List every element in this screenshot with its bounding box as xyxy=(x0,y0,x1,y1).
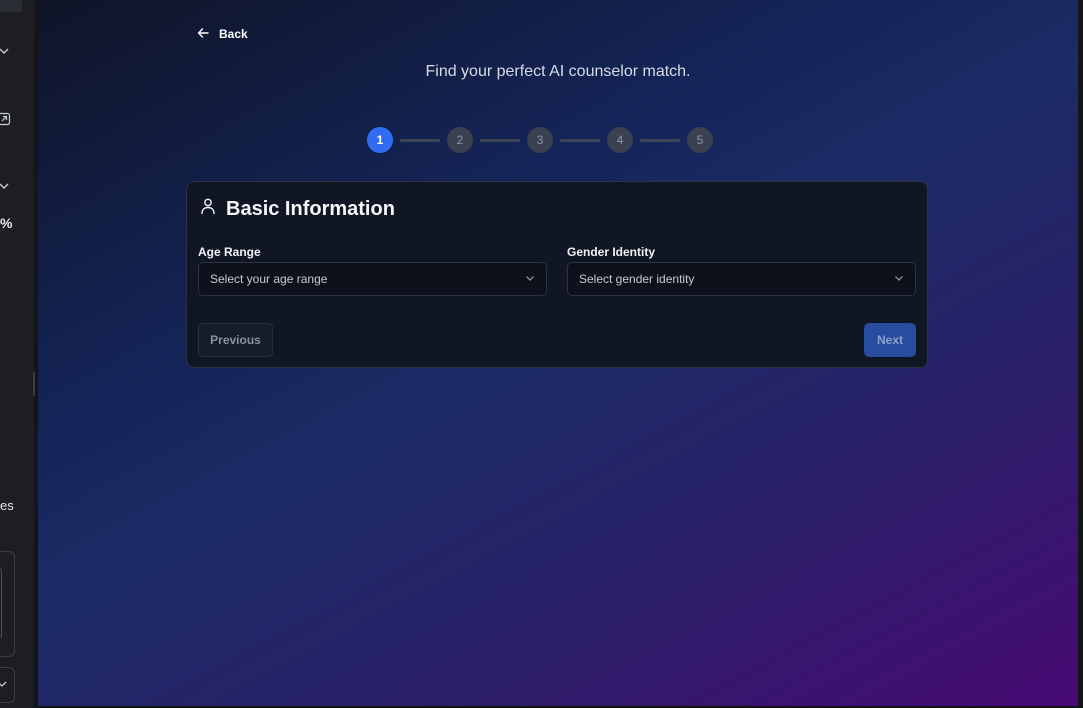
next-button[interactable]: Next xyxy=(864,323,916,357)
external-link-icon[interactable] xyxy=(0,112,11,126)
chevron-down-icon[interactable] xyxy=(0,45,10,57)
card-header: Basic Information xyxy=(200,197,395,221)
step-4: 4 xyxy=(607,127,633,153)
chevron-down-icon xyxy=(894,272,904,286)
page-subtitle: Find your perfect AI counselor match. xyxy=(425,63,691,80)
user-icon xyxy=(200,197,216,221)
step-connector xyxy=(560,138,600,142)
chevron-down-icon xyxy=(525,272,535,286)
sidebar-top-button[interactable] xyxy=(0,0,22,12)
previous-button[interactable]: Previous xyxy=(198,323,273,357)
left-sidebar-strip: % es xyxy=(0,0,34,708)
progress-stepper: 1 2 3 4 5 xyxy=(367,127,713,153)
back-button[interactable]: Back xyxy=(197,24,248,44)
step-5: 5 xyxy=(687,127,713,153)
card-title: Basic Information xyxy=(226,197,395,220)
step-connector xyxy=(400,138,440,142)
age-range-placeholder: Select your age range xyxy=(210,272,328,286)
chevron-down-icon[interactable] xyxy=(0,180,10,192)
basic-info-card: Basic Information Age Range Select your … xyxy=(186,181,928,368)
age-range-label: Age Range xyxy=(198,245,261,259)
step-1: 1 xyxy=(367,127,393,153)
step-connector xyxy=(640,138,680,142)
percent-text: % xyxy=(0,215,13,231)
sidebar-preview-inner xyxy=(0,568,2,638)
window-right-edge xyxy=(1078,0,1083,708)
step-2: 2 xyxy=(447,127,473,153)
age-range-select[interactable]: Select your age range xyxy=(198,262,547,296)
chevron-down-icon[interactable] xyxy=(0,679,7,689)
step-connector xyxy=(480,138,520,142)
sidebar-preview-box xyxy=(0,551,15,657)
resize-handle[interactable] xyxy=(33,372,35,396)
gender-identity-select[interactable]: Select gender identity xyxy=(567,262,916,296)
arrow-left-icon xyxy=(197,27,209,42)
back-label: Back xyxy=(219,27,248,41)
panel-label-fragment: es xyxy=(0,498,14,513)
gender-identity-placeholder: Select gender identity xyxy=(579,272,695,286)
main-content: Back Find your perfect AI counselor matc… xyxy=(38,0,1078,706)
step-3: 3 xyxy=(527,127,553,153)
gender-identity-label: Gender Identity xyxy=(567,245,656,259)
